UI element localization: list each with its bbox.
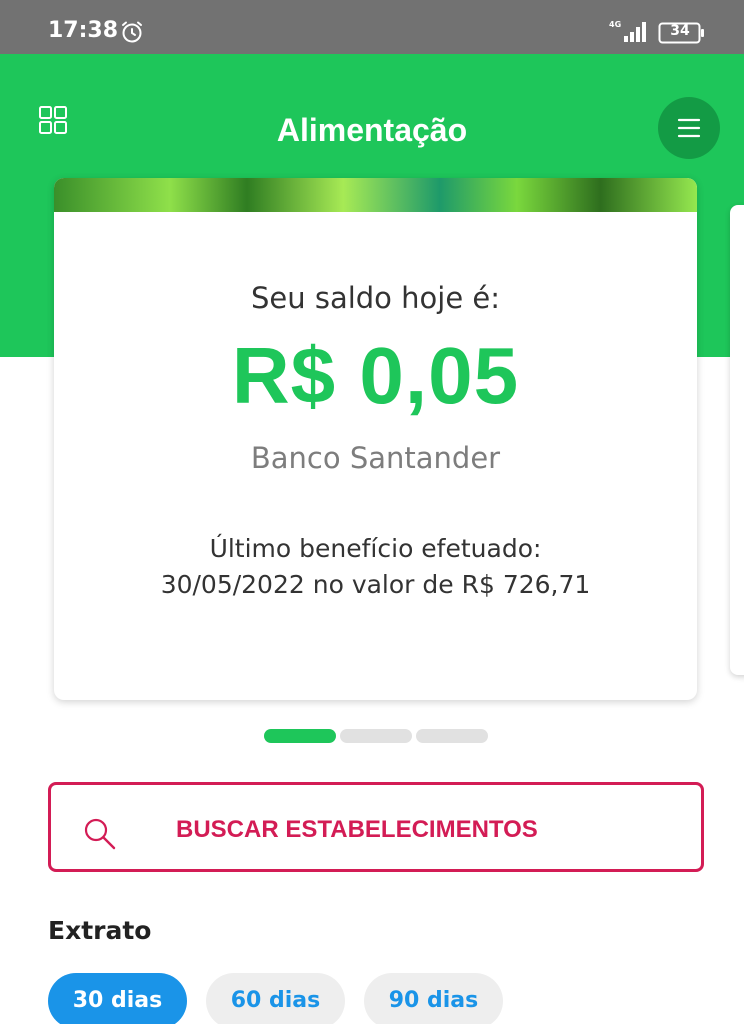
signal-icon: 4G <box>609 20 646 42</box>
status-bar: 17:38 4G 34 <box>0 0 744 54</box>
pager-indicator-1[interactable] <box>264 729 336 743</box>
bank-name: Banco Santander <box>250 441 501 475</box>
next-card-peek[interactable] <box>730 205 744 675</box>
card-banner-image <box>54 178 697 212</box>
search-icon <box>84 818 116 850</box>
search-establishments-button[interactable]: BUSCAR ESTABELECIMENTOS <box>48 782 704 872</box>
search-establishments-label: BUSCAR ESTABELECIMENTOS <box>176 816 538 843</box>
pager-indicator-3[interactable] <box>416 729 488 743</box>
menu-button[interactable] <box>658 97 720 159</box>
alarm-icon <box>122 21 142 43</box>
status-time: 17:38 <box>48 18 119 43</box>
balance-label: Seu saldo hoje é: <box>250 281 500 315</box>
page-title: Alimentação <box>276 112 468 148</box>
network-type: 4G <box>609 20 621 29</box>
last-benefit-detail: 30/05/2022 no valor de R$ 726,71 <box>160 570 591 599</box>
last-benefit-label: Último benefício efetuado: <box>209 534 542 563</box>
battery-level: 34 <box>670 23 690 39</box>
filter-30-days[interactable]: 30 dias <box>48 973 187 1024</box>
filter-90-days[interactable]: 90 dias <box>364 973 503 1024</box>
pager-indicator-2[interactable] <box>340 729 412 743</box>
balance-card[interactable]: Seu saldo hoje é: R$ 0,05 Banco Santande… <box>54 178 697 700</box>
statement-title: Extrato <box>48 916 152 945</box>
balance-value: R$ 0,05 <box>231 331 520 420</box>
menu-icon <box>677 118 701 138</box>
filter-60-days[interactable]: 60 dias <box>206 973 345 1024</box>
